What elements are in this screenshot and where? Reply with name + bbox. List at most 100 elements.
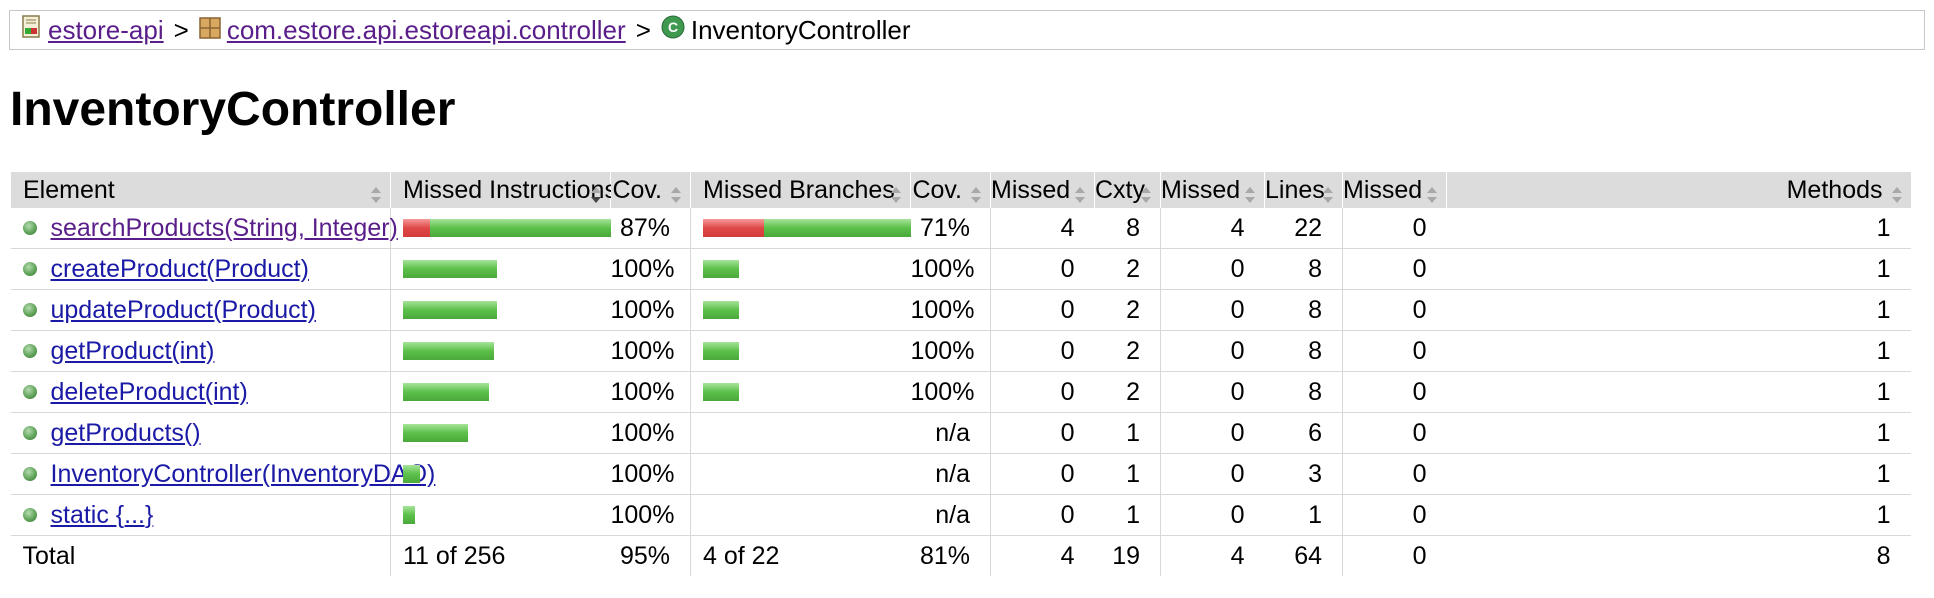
branches-bar-cell	[690, 248, 911, 290]
instructions-coverage-bar	[403, 300, 611, 320]
sort-icon	[670, 182, 682, 203]
breadcrumb-current: InventoryController	[690, 14, 911, 45]
branches-bar-cell	[690, 453, 911, 495]
instr-coverage: 100%	[610, 248, 691, 290]
public-method-icon	[22, 508, 37, 522]
col-instr-coverage-header[interactable]: Cov.	[610, 172, 691, 208]
covered-segment	[703, 260, 739, 278]
public-method-icon	[22, 303, 37, 317]
missed-lines: 0	[1160, 453, 1265, 495]
branch-coverage: n/a	[910, 494, 991, 536]
element-wrapper: updateProduct(Product)	[22, 296, 391, 325]
method-link[interactable]: getProducts()	[51, 419, 201, 448]
branch-coverage: 100%	[910, 289, 991, 331]
method-link[interactable]: static {...}	[51, 501, 154, 530]
col-missed-lines-header[interactable]: Missed	[1160, 172, 1265, 208]
missed-cxty: 0	[990, 289, 1095, 331]
sort-down-icon	[590, 182, 602, 203]
total-missed-lines: 4	[1160, 535, 1265, 576]
methods: 1	[1446, 494, 1911, 536]
methods: 1	[1446, 412, 1911, 454]
svg-text:C: C	[668, 19, 678, 35]
lines: 8	[1264, 289, 1343, 331]
missed-methods: 0	[1342, 371, 1447, 413]
table-row: updateProduct(Product) 100% 100% 0 2 0 8 0 1	[10, 289, 1911, 331]
instructions-coverage-bar	[403, 382, 611, 402]
method-link[interactable]: getProduct(int)	[51, 337, 215, 366]
covered-segment	[403, 506, 415, 524]
branches-bar-cell	[690, 208, 911, 249]
methods: 1	[1446, 289, 1911, 331]
sort-icon	[890, 182, 902, 203]
method-link[interactable]: deleteProduct(int)	[51, 378, 248, 407]
methods: 1	[1446, 330, 1911, 372]
method-link[interactable]: createProduct(Product)	[51, 255, 309, 284]
branches-coverage-bar	[703, 341, 911, 361]
instructions-bar-cell	[390, 330, 611, 372]
col-cxty-header[interactable]: Cxty	[1094, 172, 1161, 208]
total-cxty: 19	[1112, 541, 1140, 570]
branch-coverage: 100%	[910, 248, 991, 290]
missed-cxty: 0	[990, 453, 1095, 495]
table-header-row: Element Missed Instructions Cov. Missed …	[10, 172, 1911, 208]
table-body: searchProducts(String, Integer) 87% 71% 4 8 4…	[10, 208, 1911, 536]
breadcrumb-link-project[interactable]: estore-api	[48, 15, 164, 46]
method-link[interactable]: searchProducts(String, Integer)	[51, 214, 398, 243]
page-title: InventoryController	[10, 83, 456, 136]
element-wrapper: deleteProduct(int)	[22, 378, 391, 407]
instructions-bar-cell	[390, 494, 611, 536]
covered-segment	[403, 342, 494, 360]
missed-cxty: 0	[990, 330, 1095, 372]
col-branch-coverage-header[interactable]: Cov.	[910, 172, 991, 208]
missed-methods: 0	[1342, 494, 1447, 536]
missed-methods: 0	[1342, 412, 1447, 454]
methods: 1	[1446, 208, 1911, 249]
missed-segment	[403, 219, 430, 237]
method-link[interactable]: InventoryController(InventoryDAO)	[51, 460, 436, 489]
element-cell: InventoryController(InventoryDAO)	[10, 453, 435, 495]
instructions-coverage-bar	[403, 259, 611, 279]
col-missed-instructions-header[interactable]: Missed Instructions	[390, 172, 617, 208]
breadcrumb-separator: >	[635, 14, 651, 45]
sort-icon	[1322, 182, 1334, 203]
branch-coverage: 100%	[910, 371, 991, 413]
element-wrapper: createProduct(Product)	[22, 255, 391, 284]
breadcrumb-separator: >	[173, 14, 189, 45]
missed-lines: 0	[1160, 371, 1265, 413]
lines: 6	[1264, 412, 1343, 454]
missed-segment	[703, 219, 764, 237]
public-method-icon	[22, 221, 37, 235]
breadcrumb-link-package[interactable]: com.estore.api.estoreapi.controller	[227, 15, 626, 46]
missed-methods: 0	[1342, 208, 1447, 249]
instr-coverage: 100%	[610, 371, 691, 413]
branches-coverage-bar	[703, 259, 911, 279]
instr-coverage: 100%	[610, 289, 691, 331]
branches-coverage-bar	[703, 382, 911, 402]
coverage-report-page: estore-api > com.estore.api.estoreapi.co…	[0, 0, 1934, 598]
missed-cxty: 4	[990, 208, 1095, 249]
missed-cxty: 0	[990, 412, 1095, 454]
branches-bar-cell	[690, 330, 911, 372]
breadcrumb: estore-api > com.estore.api.estoreapi.co…	[9, 10, 1925, 50]
table-row: deleteProduct(int) 100% 100% 0 2 0 8 0 1	[10, 371, 1911, 413]
public-method-icon	[22, 262, 37, 276]
method-link[interactable]: updateProduct(Product)	[51, 296, 316, 325]
col-methods-header[interactable]: Methods	[1446, 172, 1911, 208]
instructions-bar-cell	[390, 371, 611, 413]
col-element-header[interactable]: Element	[10, 172, 391, 208]
col-missed-cxty-header[interactable]: Missed	[990, 172, 1095, 208]
sort-icon	[1426, 182, 1438, 203]
col-missed-branches-header[interactable]: Missed Branches	[690, 172, 911, 208]
cxty: 2	[1094, 371, 1161, 413]
col-missed-methods-header[interactable]: Missed	[1342, 172, 1447, 208]
covered-segment	[703, 342, 739, 360]
methods: 1	[1446, 453, 1911, 495]
missed-cxty: 0	[990, 494, 1095, 536]
covered-segment	[763, 219, 911, 237]
col-lines-header[interactable]: Lines	[1264, 172, 1343, 208]
element-cell: static {...}	[10, 494, 391, 536]
branches-bar-cell	[690, 289, 911, 331]
branch-coverage: 71%	[910, 208, 991, 249]
sort-icon	[1074, 182, 1086, 203]
methods: 1	[1446, 371, 1911, 413]
